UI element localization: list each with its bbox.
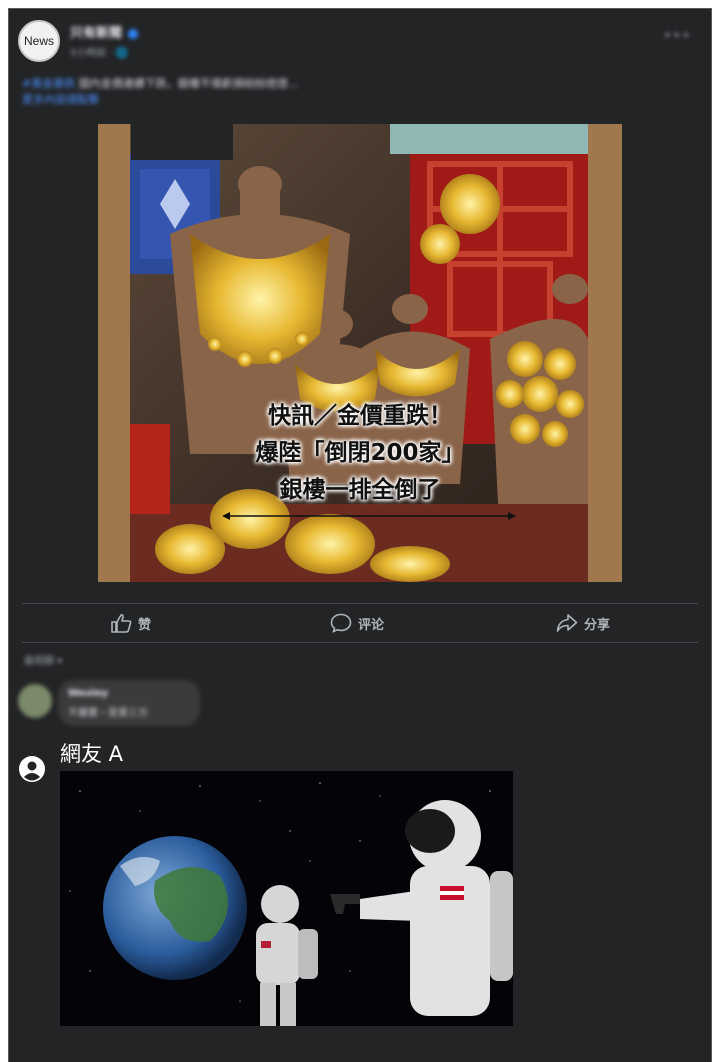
like-button[interactable]: 赞 (110, 612, 151, 634)
caption-line-1: 快訊／金價重跌！ (268, 403, 452, 429)
share-label: 分享 (584, 617, 611, 633)
caption-line-2: 爆陸「倒閉200家」 (255, 440, 465, 466)
post-image[interactable]: 快訊／金價重跌！ 爆陸「倒閉200家」 銀樓一排全倒了 (98, 124, 622, 582)
page-name[interactable]: 只有新聞 (70, 22, 139, 41)
user-avatar-icon (19, 756, 45, 782)
page-avatar[interactable]: News (18, 20, 60, 62)
divider-bottom (22, 642, 698, 643)
comment-button[interactable]: 评论 (330, 612, 384, 634)
divider-top (22, 603, 698, 604)
post-meta: 5小時前 · 🌐 (70, 48, 129, 59)
post-link[interactable]: 更多內容請點擊 (22, 93, 99, 106)
astronaut-meme-picture (60, 771, 513, 1026)
page-avatar-label: News (23, 34, 54, 48)
comment-text: 不屬實・是第三方 (68, 708, 148, 719)
post-hashtag[interactable]: #黃金暴跌 (22, 77, 75, 90)
comment-label: 评论 (358, 617, 385, 633)
comment-bubble: Wesley 不屬實・是第三方 (58, 680, 200, 726)
comment-sort-dropdown[interactable]: 最相關 ▾ (24, 652, 62, 667)
caption-line-3: 銀樓一排全倒了 (279, 477, 441, 503)
reply-author-name[interactable]: 網友 A (60, 738, 123, 768)
redaction-box (131, 124, 233, 160)
commenter-avatar[interactable] (18, 684, 52, 718)
post-text: #黃金暴跌 國內金價連續下跌，銀樓不堪虧損紛紛熄燈… 更多內容請點擊 (22, 76, 582, 108)
comment-bubble-icon (330, 613, 352, 633)
commenter-name[interactable]: Wesley (68, 688, 108, 699)
more-options-icon[interactable]: ••• (663, 28, 691, 44)
thumbs-up-icon (111, 613, 132, 633)
share-arrow-icon (556, 614, 578, 632)
post-body: 國內金價連續下跌，銀樓不堪虧損紛紛熄燈… (75, 77, 299, 90)
verified-icon (128, 28, 139, 39)
jewelry-display-photo (130, 124, 588, 582)
share-button[interactable]: 分享 (556, 612, 610, 634)
page-name-text: 只有新聞 (70, 26, 123, 41)
reply-meme-image[interactable] (60, 771, 513, 1026)
like-label: 赞 (138, 617, 152, 633)
